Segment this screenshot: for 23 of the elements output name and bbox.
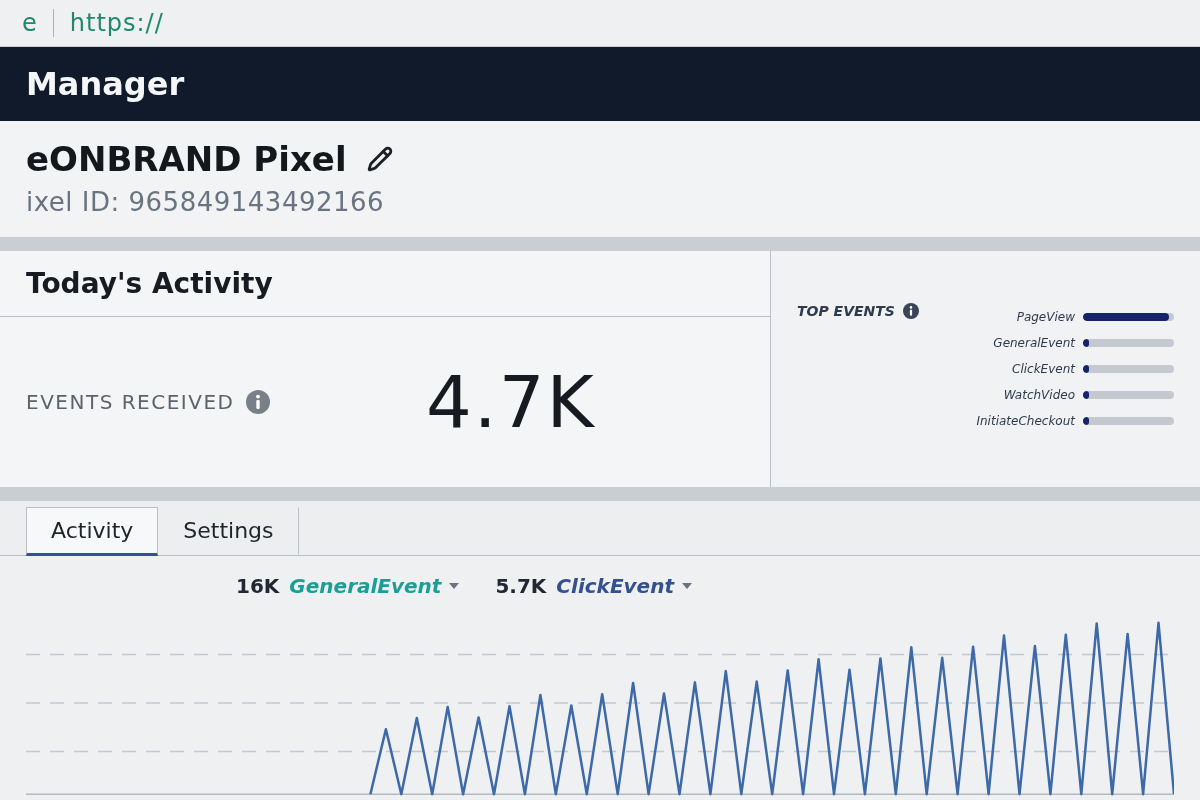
- caret-icon: [449, 583, 460, 589]
- info-icon: [246, 390, 271, 414]
- pixel-id: ixel ID: 965849143492166: [26, 187, 385, 217]
- event-label: ClickEvent: [1011, 362, 1075, 376]
- event-label: InitiateCheckout: [975, 414, 1075, 428]
- event-label: WatchVideo: [1002, 388, 1075, 402]
- event-count: 16K: [236, 574, 280, 598]
- panel-title: TOP EVENTS: [797, 303, 895, 319]
- info-icon: [902, 303, 919, 319]
- event-dropdown[interactable]: ClickEvent: [556, 572, 692, 600]
- metric-value: 4.7K: [426, 360, 596, 444]
- url-text[interactable]: https://: [69, 9, 164, 37]
- event-label: PageView: [1015, 310, 1075, 324]
- pencil-icon: [366, 146, 393, 172]
- metric-label: EVENTS RECEIVED: [26, 390, 235, 414]
- event-label: GeneralEvent: [992, 336, 1075, 350]
- pixel-name: eONBRAND Pixel: [26, 139, 347, 179]
- caret-icon: [681, 583, 692, 589]
- event-count: 5.7K: [495, 574, 547, 598]
- card-title: Today's Activity: [26, 267, 273, 300]
- security-label: e: [22, 9, 37, 37]
- tab[interactable]: Activity: [26, 507, 159, 556]
- app-title: Manager: [26, 65, 185, 103]
